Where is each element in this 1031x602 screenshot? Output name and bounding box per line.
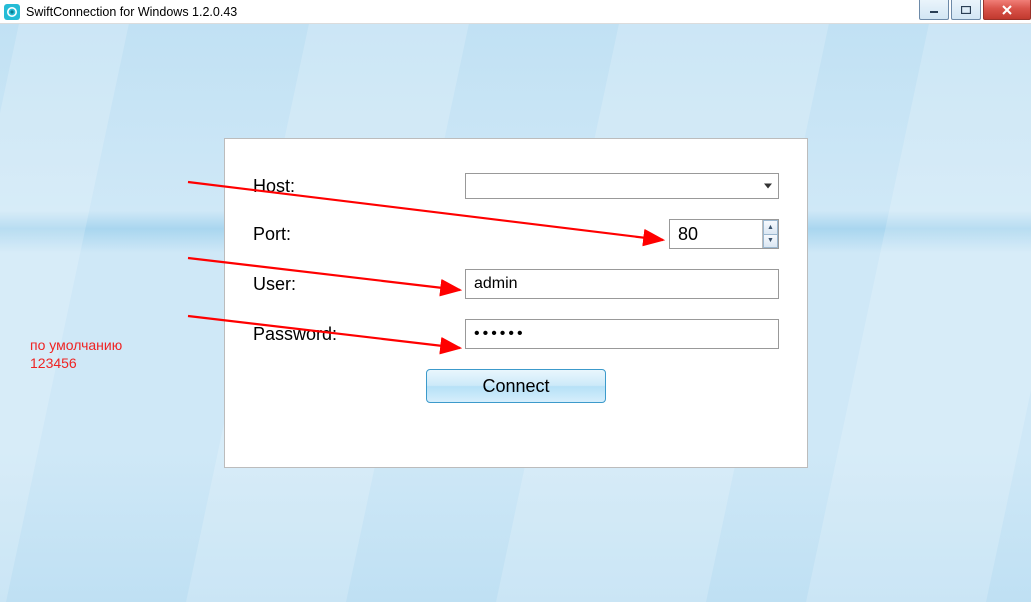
user-row: User: [253,269,779,299]
annotation-line-2: 123456 [30,354,122,372]
host-row: Host: [253,173,779,199]
port-step-up-button[interactable]: ▲ [763,220,778,234]
connect-button[interactable]: Connect [426,369,606,403]
port-value[interactable]: 80 [670,224,762,245]
close-icon [1001,5,1013,15]
chevron-up-icon: ▲ [767,224,774,231]
chevron-down-icon [764,184,772,189]
close-button[interactable] [983,0,1031,20]
chevron-down-icon: ▼ [767,237,774,244]
user-label: User: [253,274,465,295]
wallpaper-band [0,0,134,602]
port-spinner[interactable]: 80 ▲ ▼ [669,219,779,249]
port-steppers: ▲ ▼ [762,220,778,248]
minimize-icon [929,6,939,14]
app-icon [4,4,20,20]
password-input[interactable] [465,319,779,349]
annotation-note: по умолчанию 123456 [30,336,122,372]
window-controls [917,0,1031,20]
port-step-down-button[interactable]: ▼ [763,234,778,249]
wallpaper-band [806,0,1031,602]
user-input[interactable] [465,269,779,299]
window-titlebar: SwiftConnection for Windows 1.2.0.43 [0,0,1031,24]
minimize-button[interactable] [919,0,949,20]
port-label: Port: [253,224,465,245]
password-row: Password: [253,319,779,349]
desktop-background: SwiftConnection for Windows 1.2.0.43 Hos… [0,0,1031,602]
port-row: Port: 80 ▲ ▼ [253,219,779,249]
window-title: SwiftConnection for Windows 1.2.0.43 [26,5,237,19]
maximize-button[interactable] [951,0,981,20]
password-label: Password: [253,324,465,345]
connection-dialog: Host: Port: 80 ▲ ▼ [224,138,808,468]
host-label: Host: [253,176,465,197]
maximize-icon [961,6,971,14]
host-combobox[interactable] [465,173,779,199]
annotation-line-1: по умолчанию [30,336,122,354]
